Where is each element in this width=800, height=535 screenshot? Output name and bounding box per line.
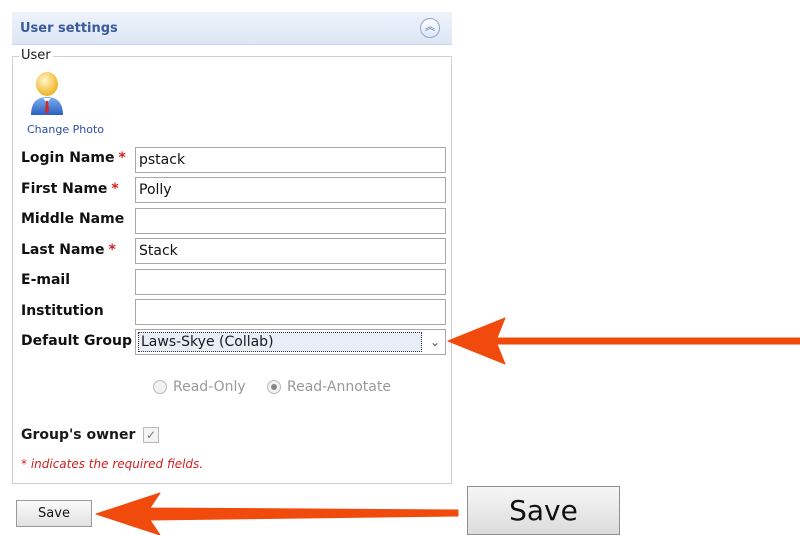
read-only-label: Read-Only [173,379,246,395]
default-group-value: Laws-Skye (Collab) [138,332,422,352]
double-chevron-up-icon[interactable]: ︽ [420,18,440,38]
group-owner-checkbox[interactable]: ✓ [143,427,159,443]
first-name-label: First Name * [21,181,119,197]
institution-label: Institution [21,303,104,319]
arrow-to-save-button [95,492,459,535]
group-owner-label: Group's owner [21,427,136,443]
last-name-input[interactable] [135,238,446,264]
read-only-radio[interactable] [153,380,167,394]
default-group-select[interactable]: Laws-Skye (Collab) ⌄ [135,329,446,355]
email-input[interactable] [135,269,446,295]
required-fields-note: * indicates the required fields. [21,457,204,471]
read-annotate-option[interactable]: Read-Annotate [267,379,391,395]
arrow-to-default-group [447,317,800,365]
read-only-option[interactable]: Read-Only [153,379,246,395]
middle-name-input[interactable] [135,208,446,234]
user-avatar-icon [31,72,63,115]
default-group-label: Default Group [21,333,132,349]
save-button-zoomed: Save [467,486,620,535]
panel-header: User settings ︽ [12,12,452,45]
email-label: E-mail [21,272,71,288]
user-settings-panel: User settings ︽ User Change Photo Login … [12,12,452,484]
panel-title: User settings [20,21,118,36]
last-name-label: Last Name * [21,242,116,258]
institution-input[interactable] [135,299,446,325]
user-fieldset: User Change Photo Login Name* First Name… [12,48,452,484]
read-annotate-label: Read-Annotate [287,379,391,395]
middle-name-label: Middle Name [21,211,125,227]
save-button[interactable]: Save [16,500,92,527]
change-photo-link[interactable]: Change Photo [27,123,104,136]
read-annotate-radio[interactable] [267,380,281,394]
first-name-input[interactable] [135,177,446,203]
login-name-label: Login Name * [21,150,126,166]
login-name-input[interactable] [135,147,446,173]
chevron-down-icon: ⌄ [429,335,441,349]
fieldset-legend: User [19,48,53,63]
